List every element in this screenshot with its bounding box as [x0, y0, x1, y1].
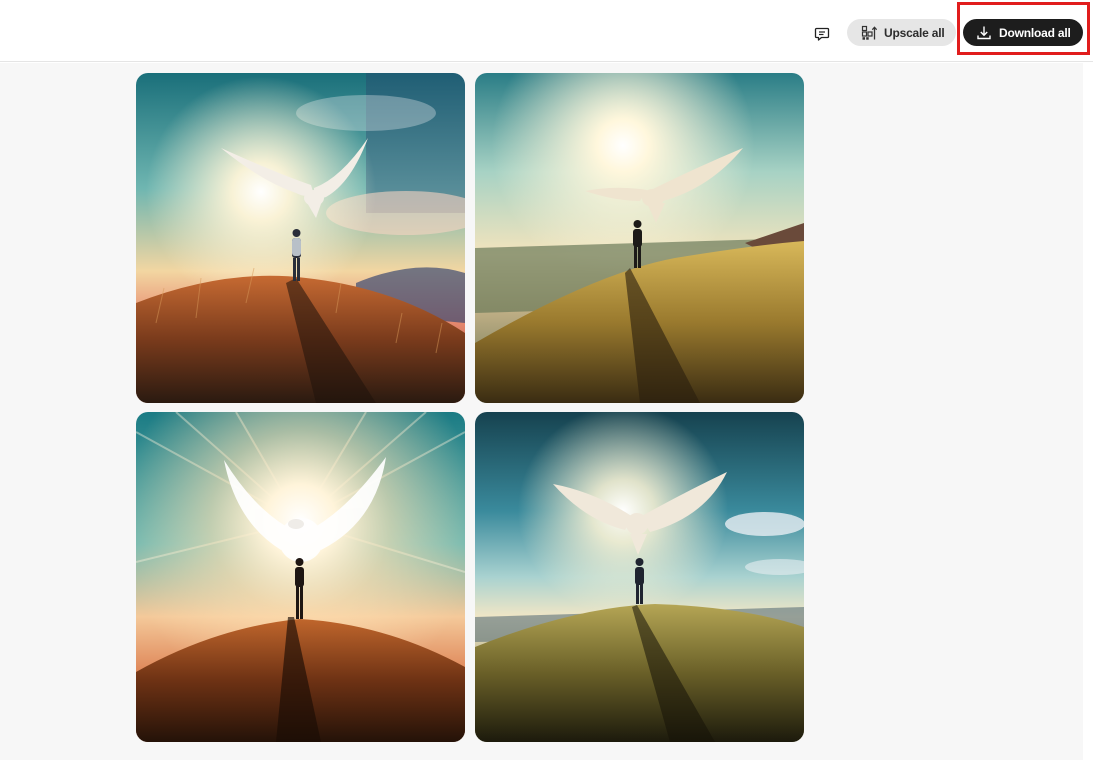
generated-image-4[interactable]	[475, 412, 804, 742]
download-all-label: Download all	[999, 25, 1071, 40]
speech-bubble-icon	[814, 26, 830, 42]
generated-image-2[interactable]	[475, 73, 804, 403]
feedback-button[interactable]	[808, 20, 836, 48]
bird-over-man-on-hill-image	[475, 73, 804, 403]
generated-image-1[interactable]	[136, 73, 465, 403]
upscale-all-button[interactable]: Upscale all	[847, 19, 956, 46]
bird-over-man-on-hill-image	[475, 412, 804, 742]
bird-over-man-on-hill-image	[136, 412, 465, 742]
upscale-icon	[860, 24, 878, 42]
image-generator-app: Upscale all Download all	[0, 0, 1093, 760]
bird-over-man-on-hill-image	[136, 73, 465, 403]
download-icon	[975, 24, 993, 42]
top-toolbar: Upscale all Download all	[0, 0, 1093, 62]
generated-image-3[interactable]	[136, 412, 465, 742]
download-all-button[interactable]: Download all	[963, 19, 1083, 46]
upscale-all-label: Upscale all	[884, 25, 945, 40]
right-margin	[1083, 63, 1093, 760]
